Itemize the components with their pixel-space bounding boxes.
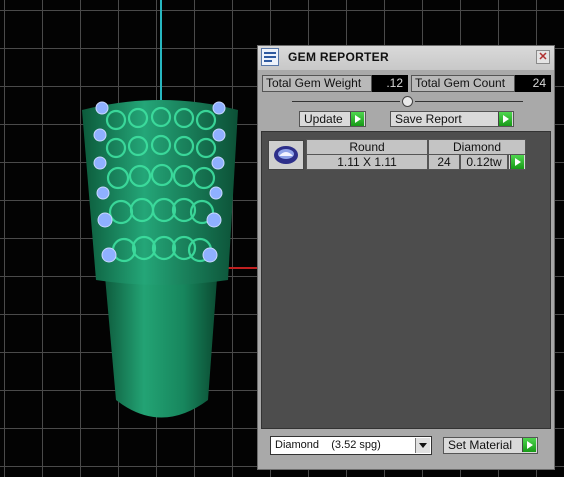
gem-row-select-button[interactable] xyxy=(508,154,526,170)
splitter-line-left xyxy=(292,101,400,102)
gem-list[interactable]: Round Diamond 1.11 X 1.11 24 0.12tw xyxy=(261,131,551,429)
update-button[interactable]: Update xyxy=(299,111,366,127)
gem-weight-cell: 0.12tw xyxy=(460,154,508,170)
play-arrow-icon xyxy=(350,112,364,126)
shape-header: Round xyxy=(306,139,428,155)
window-title: GEM REPORTER xyxy=(288,50,389,64)
material-select-value: Diamond (3.52 spg) xyxy=(275,439,381,451)
play-arrow-icon xyxy=(510,155,524,169)
close-button[interactable]: ✕ xyxy=(536,50,550,64)
round-gem-icon[interactable] xyxy=(268,140,304,170)
gem-count-cell: 24 xyxy=(428,154,460,170)
gem-reporter-app-icon xyxy=(261,48,279,66)
update-button-label: Update xyxy=(304,112,343,126)
total-gem-weight-value: .12 xyxy=(372,75,408,92)
play-arrow-icon xyxy=(498,112,512,126)
total-gem-count-value: 24 xyxy=(515,75,551,92)
splitter-handle[interactable] xyxy=(402,96,413,107)
material-header: Diamond xyxy=(428,139,526,155)
total-gem-weight-label: Total Gem Weight xyxy=(262,75,372,92)
title-bar[interactable]: GEM REPORTER ✕ xyxy=(258,46,554,70)
set-material-button-label: Set Material xyxy=(448,438,513,452)
ring-shank xyxy=(104,265,218,418)
ring-model[interactable] xyxy=(76,90,246,435)
gem-reporter-panel: GEM REPORTER ✕ Total Gem Weight .12 Tota… xyxy=(257,45,555,470)
total-gem-count-label: Total Gem Count xyxy=(411,75,515,92)
play-arrow-icon xyxy=(522,438,536,452)
save-report-button[interactable]: Save Report xyxy=(390,111,514,127)
chevron-down-icon[interactable] xyxy=(415,438,430,453)
material-select[interactable]: Diamond (3.52 spg) xyxy=(270,436,432,455)
splitter-line-right xyxy=(415,101,523,102)
gem-size-cell: 1.11 X 1.11 xyxy=(306,154,428,170)
set-material-button[interactable]: Set Material xyxy=(443,437,538,454)
save-report-button-label: Save Report xyxy=(395,112,462,126)
